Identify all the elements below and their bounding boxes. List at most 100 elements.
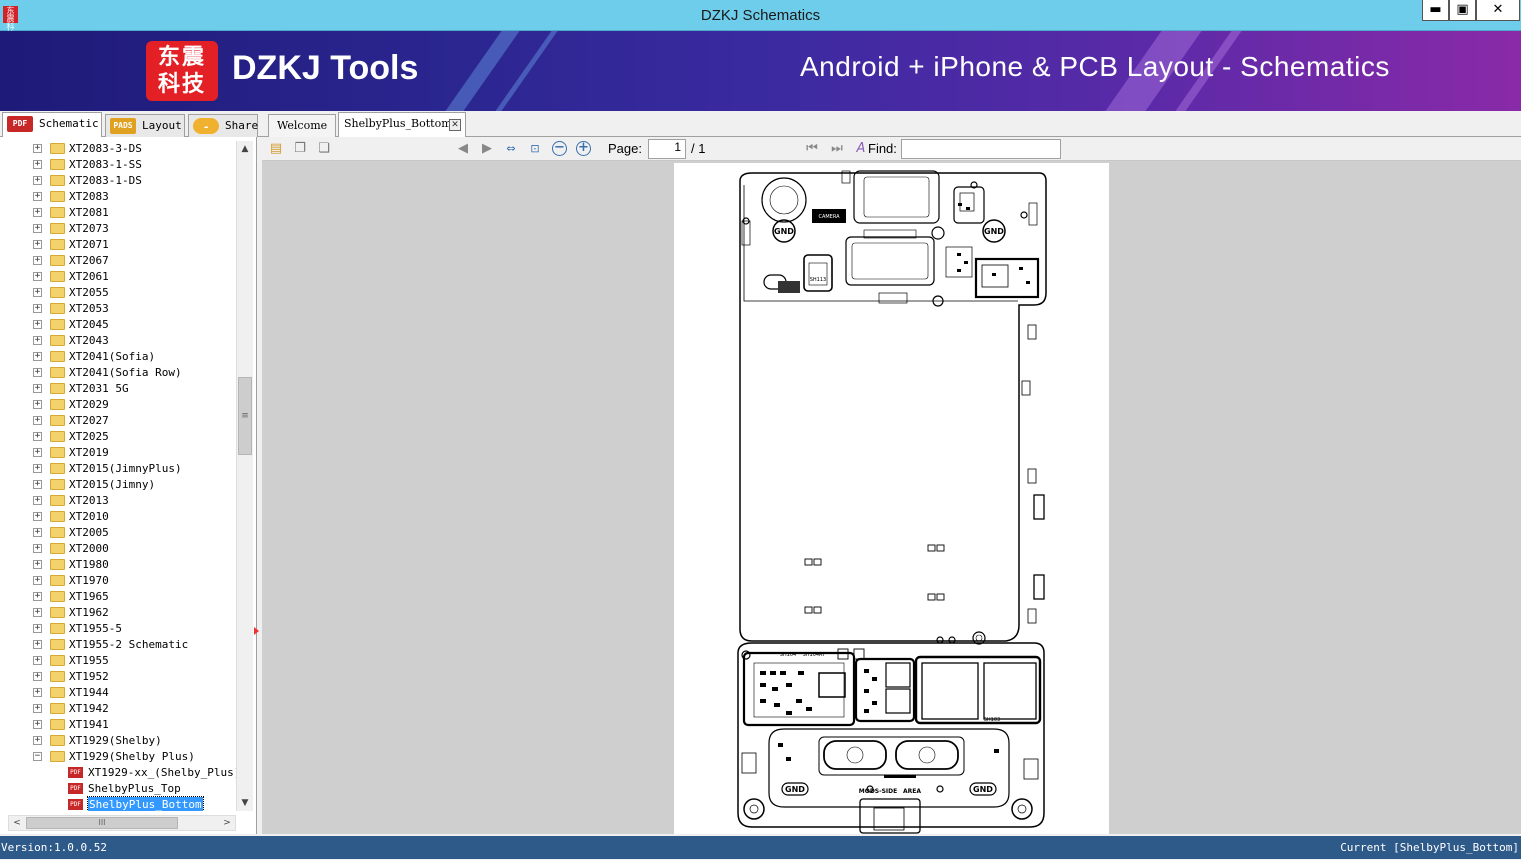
highlight-text-icon[interactable]: A <box>852 140 870 158</box>
expand-icon[interactable]: + <box>33 384 42 393</box>
prev-page-icon[interactable]: ◀ <box>454 140 472 158</box>
scroll-right-icon[interactable]: > <box>219 816 235 830</box>
fit-page-icon[interactable]: ⊡ <box>526 140 544 158</box>
expand-icon[interactable]: + <box>33 688 42 697</box>
expand-icon[interactable]: + <box>33 512 42 521</box>
tab-layout[interactable]: PADS Layout <box>105 114 185 137</box>
tree-folder-item[interactable]: + XT2005 <box>0 525 236 541</box>
collapse-icon[interactable]: − <box>33 752 42 761</box>
expand-icon[interactable]: + <box>33 496 42 505</box>
collapse-panel-icon[interactable] <box>254 627 259 635</box>
close-button[interactable]: ✕ <box>1476 0 1520 21</box>
tree-folder-item[interactable]: + XT2025 <box>0 429 236 445</box>
expand-icon[interactable]: + <box>33 624 42 633</box>
tree-folder-item[interactable]: + XT2083-1-SS <box>0 157 236 173</box>
tree-file-item[interactable]: PDF ShelbyPlus_Bottom <box>0 796 236 811</box>
expand-icon[interactable]: + <box>33 224 42 233</box>
scroll-left-icon[interactable]: < <box>9 816 25 830</box>
tree-folder-item[interactable]: + XT2015(Jimny) <box>0 477 236 493</box>
zoom-in-icon[interactable]: + <box>576 141 591 156</box>
tree-folder-item[interactable]: + XT2031 5G <box>0 381 236 397</box>
expand-icon[interactable]: + <box>33 144 42 153</box>
tree-folder-item[interactable]: + XT1955-5 <box>0 621 236 637</box>
tree-folder-item[interactable]: + XT1955 <box>0 653 236 669</box>
expand-icon[interactable]: + <box>33 560 42 569</box>
find-input[interactable] <box>901 139 1061 159</box>
find-prev-icon[interactable]: ⏮ <box>803 140 821 158</box>
expand-icon[interactable]: + <box>33 320 42 329</box>
document-viewer[interactable]: GND GND GND GND MODS-SIDE AREA SH104 SH1… <box>262 161 1521 834</box>
expand-icon[interactable]: + <box>33 448 42 457</box>
tree-folder-item[interactable]: + XT1965 <box>0 589 236 605</box>
tab-schematic[interactable]: PDF Schematic <box>2 112 102 138</box>
expand-icon[interactable]: + <box>33 704 42 713</box>
tree-vertical-scrollbar[interactable]: ▲ ≡ ▼ <box>236 141 253 811</box>
expand-icon[interactable]: + <box>33 208 42 217</box>
expand-icon[interactable]: + <box>33 528 42 537</box>
tree-folder-item[interactable]: + XT2041(Sofia) <box>0 349 236 365</box>
tree-folder-item[interactable]: + XT2041(Sofia Row) <box>0 365 236 381</box>
tree-folder-item[interactable]: + XT2045 <box>0 317 236 333</box>
tree-folder-item[interactable]: + XT2019 <box>0 445 236 461</box>
page-number-input[interactable]: 1 <box>648 139 686 159</box>
tree-folder-item[interactable]: + XT2027 <box>0 413 236 429</box>
expand-icon[interactable]: + <box>33 464 42 473</box>
tree-file-item[interactable]: PDF XT1929-xx_(Shelby_Plus)_S <box>0 765 236 781</box>
tree-folder-item[interactable]: + XT2010 <box>0 509 236 525</box>
tree-folder-item[interactable]: + XT1952 <box>0 669 236 685</box>
expand-icon[interactable]: + <box>33 304 42 313</box>
expand-icon[interactable]: + <box>33 176 42 185</box>
expand-icon[interactable]: + <box>33 368 42 377</box>
scroll-down-icon[interactable]: ▼ <box>237 795 253 811</box>
tree-folder-item[interactable]: + XT2061 <box>0 269 236 285</box>
expand-icon[interactable]: + <box>33 272 42 281</box>
tab-share[interactable]: ☁ Share <box>188 114 258 137</box>
pdf-page[interactable]: GND GND GND GND MODS-SIDE AREA SH104 SH1… <box>674 163 1109 834</box>
expand-icon[interactable]: + <box>33 544 42 553</box>
expand-icon[interactable]: + <box>33 592 42 601</box>
tree-folder-item[interactable]: + XT1942 <box>0 701 236 717</box>
expand-icon[interactable]: + <box>33 656 42 665</box>
tree-folder-item[interactable]: + XT2000 <box>0 541 236 557</box>
close-tab-icon[interactable]: ✕ <box>449 119 461 131</box>
tree-folder-item[interactable]: + XT2083-3-DS <box>0 141 236 157</box>
expand-icon[interactable]: + <box>33 736 42 745</box>
expand-icon[interactable]: + <box>33 288 42 297</box>
expand-icon[interactable]: + <box>33 192 42 201</box>
scroll-thumb[interactable]: ≡ <box>238 377 252 455</box>
expand-icon[interactable]: + <box>33 480 42 489</box>
tree-folder-item[interactable]: + XT2071 <box>0 237 236 253</box>
tree-file-item[interactable]: PDF ShelbyPlus_Top <box>0 781 236 797</box>
maximize-button[interactable]: ▣ <box>1449 0 1476 21</box>
paste-icon[interactable]: ❏ <box>315 140 333 158</box>
tree-folder-item[interactable]: + XT2015(JimnyPlus) <box>0 461 236 477</box>
tree-folder-item[interactable]: + XT1944 <box>0 685 236 701</box>
open-file-icon[interactable]: ▤ <box>267 140 285 158</box>
tree-folder-item[interactable]: − XT1929(Shelby Plus) <box>0 749 236 765</box>
next-page-icon[interactable]: ▶ <box>478 140 496 158</box>
zoom-out-icon[interactable]: − <box>552 141 567 156</box>
tree-folder-item[interactable]: + XT2081 <box>0 205 236 221</box>
tree-folder-item[interactable]: + XT2073 <box>0 221 236 237</box>
expand-icon[interactable]: + <box>33 400 42 409</box>
expand-icon[interactable]: + <box>33 160 42 169</box>
copy-icon[interactable]: ❐ <box>291 140 309 158</box>
tree-folder-item[interactable]: + XT2067 <box>0 253 236 269</box>
expand-icon[interactable]: + <box>33 336 42 345</box>
tree-folder-item[interactable]: + XT2043 <box>0 333 236 349</box>
tree-folder-item[interactable]: + XT2053 <box>0 301 236 317</box>
expand-icon[interactable]: + <box>33 416 42 425</box>
tree-folder-item[interactable]: + XT1929(Shelby) <box>0 733 236 749</box>
tree-folder-item[interactable]: + XT2029 <box>0 397 236 413</box>
expand-icon[interactable]: + <box>33 640 42 649</box>
tree-horizontal-scrollbar[interactable]: < III > <box>8 815 236 831</box>
tree-folder-item[interactable]: + XT1941 <box>0 717 236 733</box>
expand-icon[interactable]: + <box>33 576 42 585</box>
expand-icon[interactable]: + <box>33 240 42 249</box>
expand-icon[interactable]: + <box>33 672 42 681</box>
hscroll-thumb[interactable]: III <box>26 817 178 829</box>
find-next-icon[interactable]: ⏭ <box>828 140 846 158</box>
scroll-up-icon[interactable]: ▲ <box>237 141 253 157</box>
tree-folder-item[interactable]: + XT1955-2 Schematic <box>0 637 236 653</box>
expand-icon[interactable]: + <box>33 432 42 441</box>
